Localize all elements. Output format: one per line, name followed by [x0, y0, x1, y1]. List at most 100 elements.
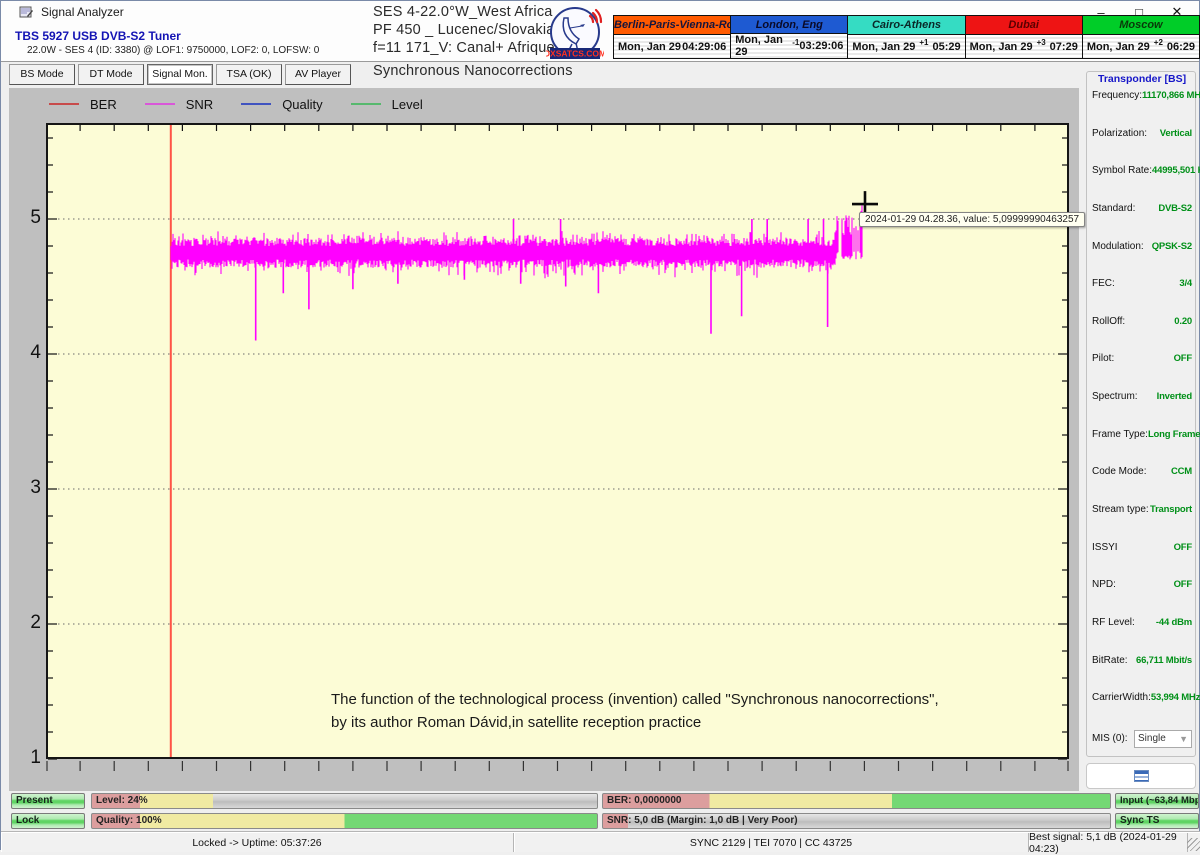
row-polarization: Polarization:Vertical — [1092, 128, 1192, 139]
clock-city-label: Moscow — [1083, 16, 1199, 35]
snr-line-swatch — [145, 103, 175, 105]
clock-cairo-athens: Cairo-Athens Mon, Jan 29 +1 05:29 — [848, 16, 965, 58]
ber-bar: BER: 0,0000000 — [602, 793, 1111, 809]
mis-dropdown[interactable]: Single▼ — [1134, 730, 1192, 748]
row-issyi: ISSYIOFF — [1092, 542, 1192, 553]
snr-bar: SNR: 5,0 dB (Margin: 1,0 dB | Very Poor) — [602, 813, 1111, 829]
transponder-sidebar: Transponder [BS] Frequency:11170,866 MHz… — [1083, 63, 1200, 791]
tab-dt-mode[interactable]: DT Mode — [78, 64, 144, 85]
row-standard: Standard:DVB-S2 — [1092, 203, 1192, 214]
chart-legend: BER SNR Quality Level — [49, 92, 423, 116]
row-fec: FEC:3/4 — [1092, 278, 1192, 289]
tab-signal-mon[interactable]: Signal Mon. — [147, 64, 213, 85]
process-title: Synchronous Nanocorrections — [373, 63, 573, 79]
y-tick-3: 3 — [15, 477, 41, 499]
tab-bs-mode[interactable]: BS Mode — [9, 64, 75, 85]
row-modulation: Modulation:QPSK-S2 — [1092, 241, 1192, 252]
transponder-groupbox: Transponder [BS] Frequency:11170,866 MHz… — [1086, 71, 1196, 757]
tab-av-player[interactable]: AV Player — [285, 64, 351, 85]
row-stream-type: Stream type:Transport — [1092, 504, 1192, 515]
clock-utc-offset: +2 — [1154, 38, 1163, 47]
chart-annotation: The function of the technological proces… — [331, 688, 939, 734]
chevron-down-icon: ▼ — [1179, 734, 1188, 744]
y-tick-1: 1 — [15, 747, 41, 769]
legend-snr: SNR — [145, 97, 213, 112]
frequency-channel: f=11 171_V: Canal+ Afrique — [373, 40, 555, 56]
clock-date: Mon, Jan 29 — [852, 41, 915, 53]
resize-grip[interactable] — [1187, 838, 1200, 851]
row-bitrate: BitRate:66,711 Mbit/s — [1092, 655, 1192, 666]
row-code-mode: Code Mode:CCM — [1092, 466, 1192, 477]
clock-time: 04:29:06 — [682, 41, 726, 53]
mode-tabs: BS Mode DT Mode Signal Mon. TSA (OK) AV … — [9, 64, 351, 85]
clock-city-label: London, Eng — [731, 16, 847, 34]
level-bar: Level: 24% — [91, 793, 598, 809]
clock-city-label: Cairo-Athens — [848, 16, 964, 35]
clock-city-label: Berlin-Paris-Vienna-Roma — [614, 16, 730, 35]
dxsatcs-logo: DXSATCS.COM — [546, 6, 604, 61]
clock-time: 07:29 — [1050, 41, 1078, 53]
clock-date: Mon, Jan 29 — [735, 34, 792, 58]
clock-utc-offset: +3 — [1037, 38, 1046, 47]
row-pilot: Pilot:OFF — [1092, 353, 1192, 364]
ber-line-swatch — [49, 103, 79, 105]
app-icon — [19, 5, 33, 19]
world-clocks: Berlin-Paris-Vienna-Roma Mon, Jan 2904:2… — [613, 15, 1200, 59]
top-bar: Signal Analyzer – □ ✕ TBS 5927 USB DVB-S… — [1, 1, 1199, 62]
clock-time: 06:29 — [1167, 41, 1195, 53]
clock-utc-offset: +1 — [919, 38, 928, 47]
legend-ber: BER — [49, 97, 117, 112]
signal-chart-frame: BER SNR Quality Level 5 4 3 2 1 2024-01-… — [9, 88, 1079, 791]
y-tick-2: 2 — [15, 612, 41, 634]
clock-city-label: Dubai — [966, 16, 1082, 35]
signal-analyzer-window: Signal Analyzer – □ ✕ TBS 5927 USB DVB-S… — [0, 0, 1200, 850]
row-npd: NPD:OFF — [1092, 579, 1192, 590]
statusbar-lock-uptime: Locked -> Uptime: 05:37:26 — [1, 833, 514, 852]
row-rolloff: RollOff:0.20 — [1092, 316, 1192, 327]
lock-indicator: Lock — [11, 813, 85, 829]
window-title: Signal Analyzer — [41, 5, 124, 19]
satellite-title: SES 4-22.0°W_West Africa — [373, 4, 553, 20]
status-bar: Locked -> Uptime: 05:37:26 SYNC 2129 | T… — [1, 832, 1200, 852]
y-tick-5: 5 — [15, 207, 41, 229]
row-frame-type: Frame Type:Long Frame — [1092, 429, 1192, 440]
clock-time: 03:29:06 — [799, 40, 843, 52]
row-symbol-rate: Symbol Rate:44995,501 KS/s — [1092, 165, 1192, 176]
row-frequency: Frequency:11170,866 MHz — [1092, 90, 1192, 101]
clock-date: Mon, Jan 29 — [970, 41, 1033, 53]
row-carrier-width: CarrierWidth:53,994 MHz — [1092, 692, 1192, 703]
cursor-tooltip: 2024-01-29 04.28.36, value: 5,0999999046… — [859, 212, 1085, 227]
legend-quality: Quality — [241, 97, 322, 112]
statusbar-sync-counters: SYNC 2129 | TEI 7070 | CC 43725 — [514, 833, 1029, 852]
row-spectrum: Spectrum:Inverted — [1092, 391, 1192, 402]
tab-tsa[interactable]: TSA (OK) — [216, 64, 282, 85]
meter-row-1: Present Level: 24% BER: 0,0000000 Input … — [1, 792, 1200, 810]
clock-london: London, Eng Mon, Jan 29-103:29:06 — [731, 16, 848, 58]
clock-dubai: Dubai Mon, Jan 29 +3 07:29 — [966, 16, 1083, 58]
dish-location: PF 450 _ Lucenec/Slovakia — [373, 22, 555, 38]
panel-list-button[interactable] — [1086, 763, 1196, 789]
clock-moscow: Moscow Mon, Jan 29 +2 06:29 — [1083, 16, 1199, 58]
clock-utc-offset: -1 — [792, 38, 799, 47]
statusbar-best-signal: Best signal: 5,1 dB (2024-01-29 04:23) — [1029, 833, 1188, 852]
level-line-swatch — [351, 103, 381, 105]
clock-date: Mon, Jan 29 — [1087, 41, 1150, 53]
level-bar-unfilled — [213, 794, 597, 808]
clock-date: Mon, Jan 29 — [618, 41, 681, 53]
row-rf-level: RF Level:-44 dBm — [1092, 617, 1192, 628]
input-indicator: Input (~63,84 Mbps) — [1115, 793, 1199, 809]
quality-line-swatch — [241, 103, 271, 105]
tuner-config: 22.0W - SES 4 (ID: 3380) @ LOF1: 9750000… — [27, 45, 319, 56]
quality-bar: Quality: 100% — [91, 813, 598, 829]
tuner-name: TBS 5927 USB DVB-S2 Tuner — [15, 29, 181, 43]
clock-time: 05:29 — [932, 41, 960, 53]
list-icon — [1134, 770, 1149, 782]
sync-ts-indicator: Sync TS — [1115, 813, 1199, 829]
logo-text: DXSATCS.COM — [546, 49, 604, 59]
y-tick-4: 4 — [15, 342, 41, 364]
legend-level: Level — [351, 97, 423, 112]
transponder-title: Transponder [BS] — [1095, 73, 1189, 85]
clock-berlin-paris-vienna-roma: Berlin-Paris-Vienna-Roma Mon, Jan 2904:2… — [614, 16, 731, 58]
meter-row-2: Lock Quality: 100% SNR: 5,0 dB (Margin: … — [1, 812, 1200, 830]
row-mis: MIS (0): Single▼ — [1092, 730, 1192, 748]
